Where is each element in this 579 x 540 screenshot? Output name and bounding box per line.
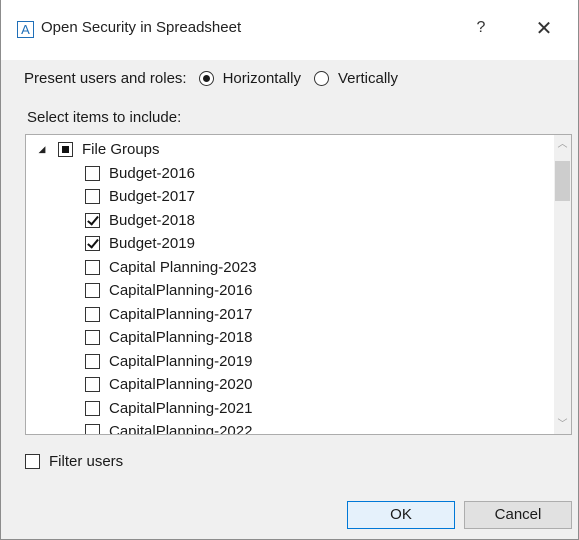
tree-content: ◢ File Groups Budget-2016 Budget-2017 Budg… <box>26 135 554 434</box>
tree-item-label: Budget-2017 <box>109 188 195 205</box>
select-items-label: Select items to include: <box>27 109 182 126</box>
cancel-button[interactable]: Cancel <box>464 501 572 529</box>
dialog-content: Present users and roles: Horizontally Ve… <box>1 60 578 540</box>
help-button[interactable]: ? <box>469 14 493 42</box>
roles-orientation-label: Present users and roles: <box>24 69 187 87</box>
tree-item[interactable]: CapitalPlanning-2017 <box>85 302 252 326</box>
scroll-thumb[interactable] <box>555 161 570 201</box>
filter-users-label: Filter users <box>49 452 124 470</box>
tree-root-label: File Groups <box>82 140 160 158</box>
tree-root-checkbox[interactable] <box>58 141 73 157</box>
tree-item-label: CapitalPlanning-2020 <box>109 376 253 393</box>
tree-item-label: CapitalPlanning-2021 <box>109 399 253 417</box>
roles-orientation-row: Present users and roles: Horizontally Ve… <box>24 67 411 89</box>
tree-item[interactable]: Budget-2017 <box>85 185 195 209</box>
close-button[interactable]: ✕ <box>529 14 559 44</box>
tree-item-label: Budget-2016 <box>109 164 195 182</box>
tree-item-label: CapitalPlanning-2022 <box>109 423 253 434</box>
dialog-window: A Open Security in Spreadsheet ? ✕ Prese… <box>0 0 579 540</box>
tree-item-checkbox[interactable] <box>85 424 100 434</box>
tree-item-checkbox[interactable] <box>85 283 100 298</box>
filter-users-checkbox[interactable] <box>25 453 40 469</box>
tree-item[interactable]: CapitalPlanning-2018 <box>85 326 252 350</box>
tree-item-label: CapitalPlanning-2017 <box>109 305 253 323</box>
tree-item-label: Budget-2019 <box>109 235 195 252</box>
tree-item-checkbox[interactable] <box>85 377 100 392</box>
tree-item-checkbox[interactable] <box>85 306 100 322</box>
tree-item[interactable]: CapitalPlanning-2019 <box>85 349 252 373</box>
tree-item[interactable]: CapitalPlanning-2021 <box>85 396 252 420</box>
tree-item-checkbox[interactable] <box>85 400 100 416</box>
tree-item[interactable]: Budget-2018 <box>85 208 195 232</box>
title-bar: A Open Security in Spreadsheet ? ✕ <box>1 0 578 60</box>
radio-button-icon[interactable] <box>198 70 214 86</box>
radio-button-icon[interactable] <box>313 70 329 86</box>
radio-vertically[interactable]: Vertically <box>313 69 398 87</box>
tree-item[interactable]: CapitalPlanning-2020 <box>85 373 252 397</box>
scroll-down-arrow-icon[interactable]: ﹀ <box>554 416 571 433</box>
tree-item-checkbox[interactable] <box>85 259 100 275</box>
tree-item[interactable]: CapitalPlanning-2022 <box>85 420 253 434</box>
tree-item-checkbox[interactable] <box>85 236 100 251</box>
tree-item-label: CapitalPlanning-2016 <box>109 282 253 299</box>
tree-item[interactable]: Capital Planning-2023 <box>85 255 257 279</box>
tree-item-checkbox[interactable] <box>85 330 100 345</box>
tree-root-file-groups[interactable]: ◢ File Groups <box>36 137 160 161</box>
scroll-up-arrow-icon[interactable]: ︿ <box>554 136 571 153</box>
radio-horizontally-label: Horizontally <box>222 69 301 87</box>
tree-item-checkbox[interactable] <box>85 165 100 181</box>
dialog-title: Open Security in Spreadsheet <box>41 19 242 36</box>
tree-item-label: CapitalPlanning-2018 <box>109 329 253 346</box>
tree-item[interactable]: Budget-2019 <box>85 232 195 256</box>
tree-item-checkbox[interactable] <box>85 353 100 369</box>
ok-button[interactable]: OK <box>347 501 455 529</box>
filter-users-option[interactable]: Filter users <box>25 450 123 472</box>
items-tree[interactable]: ◢ File Groups Budget-2016 Budget-2017 Budg… <box>25 134 572 435</box>
tree-item[interactable]: Budget-2016 <box>85 161 195 185</box>
radio-horizontally[interactable]: Horizontally <box>198 69 301 87</box>
vertical-scrollbar[interactable]: ︿ ﹀ <box>554 135 571 434</box>
collapse-triangle-icon[interactable]: ◢ <box>36 143 48 155</box>
tree-item-checkbox[interactable] <box>85 189 100 204</box>
radio-vertically-label: Vertically <box>337 69 398 87</box>
tree-item-label: Budget-2018 <box>109 211 195 229</box>
tree-item[interactable]: CapitalPlanning-2016 <box>85 279 252 303</box>
tree-item-checkbox[interactable] <box>85 212 100 228</box>
app-logo-icon: A <box>17 21 34 38</box>
tree-item-label: CapitalPlanning-2019 <box>109 352 253 370</box>
tree-item-label: Capital Planning-2023 <box>109 258 257 276</box>
